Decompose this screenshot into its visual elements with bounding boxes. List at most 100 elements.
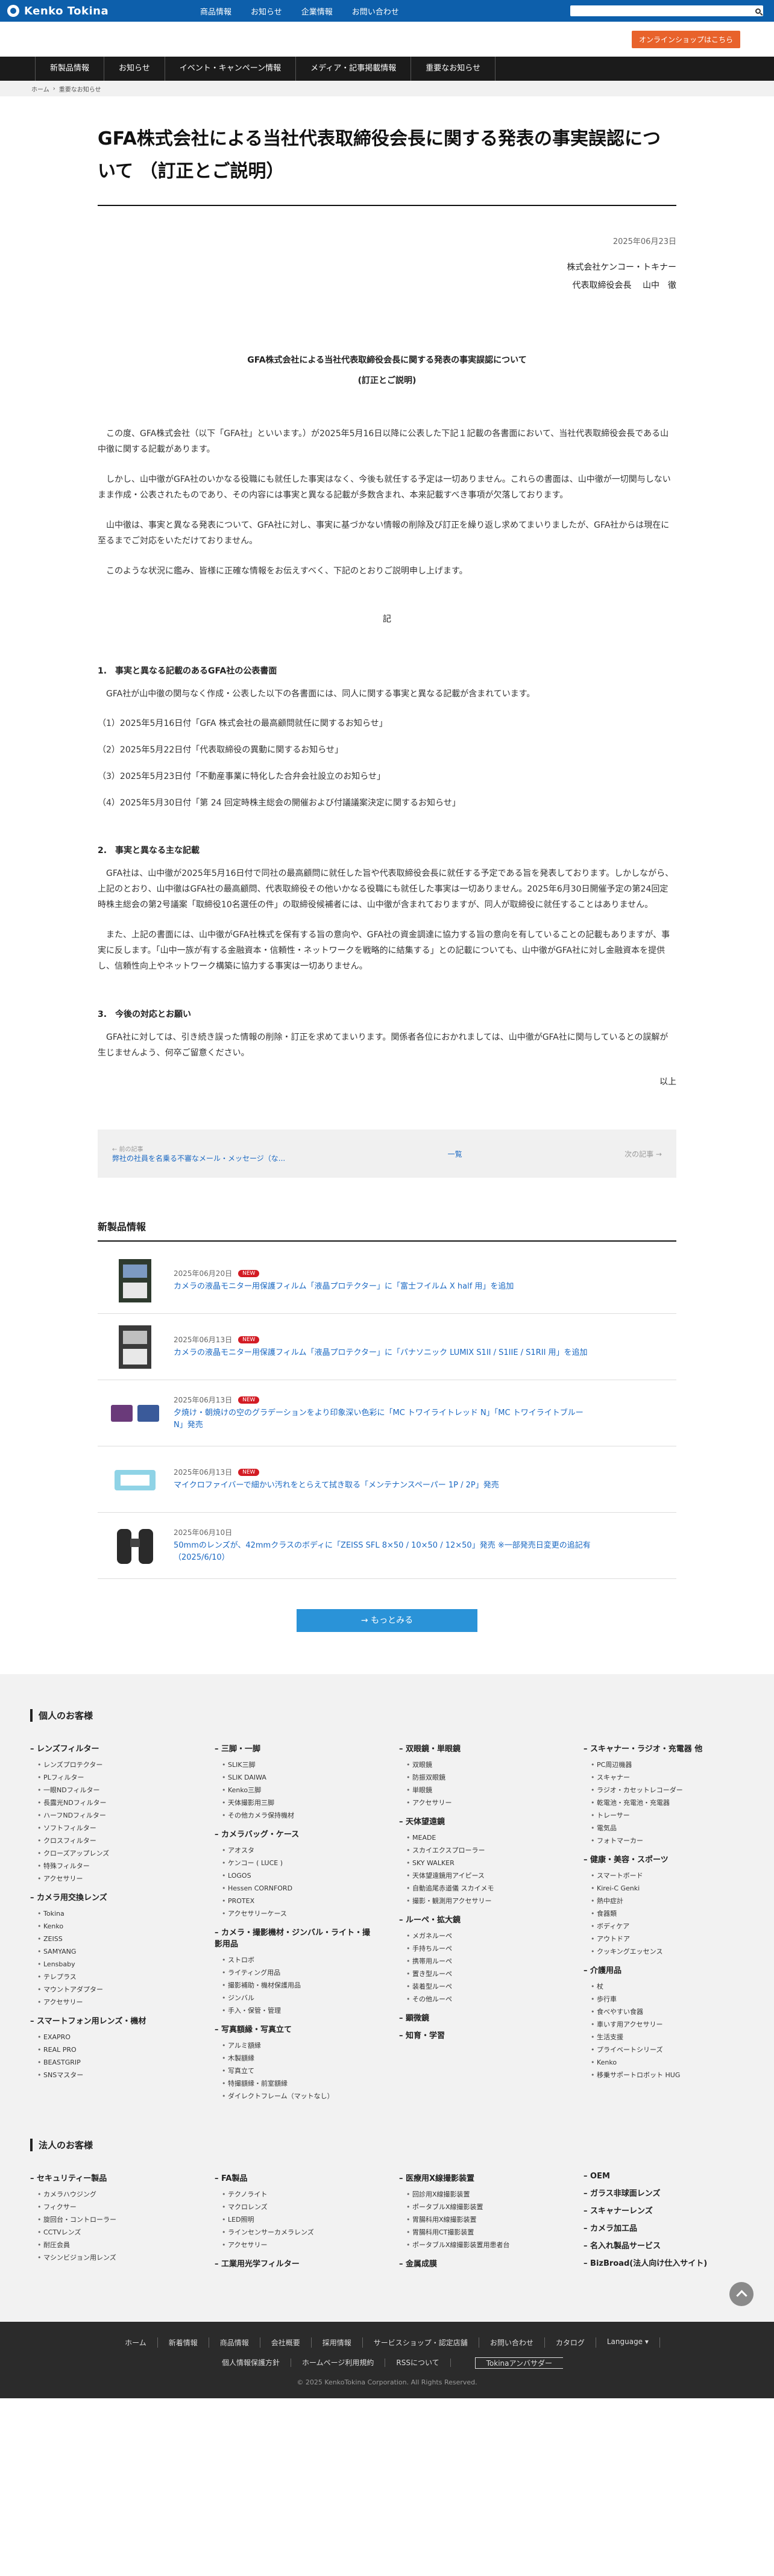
logo[interactable]: Kenko Tokina	[7, 5, 188, 17]
footer-link[interactable]: RSSについて	[385, 2359, 451, 2367]
footer-link[interactable]: ホーム	[114, 2337, 158, 2348]
news-item[interactable]: 2025年06月10日 50mmのレンズが、42mmクラスのボディに「ZEISS …	[98, 1513, 676, 1579]
footer-link[interactable]: Language ▾	[596, 2337, 660, 2348]
footer-category[interactable]: 介護用品	[584, 1964, 744, 1975]
footer-subcategory[interactable]: アクセサリー	[30, 1996, 190, 2009]
footer-subcategory[interactable]: 回診用X線撮影装置	[399, 2188, 559, 2201]
footer-subcategory[interactable]: PLフィルター	[30, 1771, 190, 1784]
footer-subcategory[interactable]: 撮影・観測用アクセサリー	[399, 1895, 559, 1907]
footer-subcategory[interactable]: 防振双眼鏡	[399, 1771, 559, 1784]
news-title[interactable]: カメラの液晶モニター用保護フィルム「液晶プロテクター」に「パナソニック LUMI…	[174, 1347, 588, 1359]
footer-category[interactable]: スキャナーレンズ	[584, 2204, 744, 2216]
footer-subcategory[interactable]: クロスフィルター	[30, 1834, 190, 1847]
footer-subcategory[interactable]: Kirei-C Genki	[584, 1882, 744, 1895]
footer-subcategory[interactable]: ポータブルX線撮影装置用患者台	[399, 2239, 559, 2251]
footer-subcategory[interactable]: PC周辺機器	[584, 1758, 744, 1771]
footer-subcategory[interactable]: Kenko	[30, 1920, 190, 1933]
footer-subcategory[interactable]: アクセサリーケース	[215, 1907, 375, 1920]
list-link[interactable]: 一覧	[448, 1149, 462, 1159]
footer-subcategory[interactable]: ZEISS	[30, 1933, 190, 1945]
footer-link[interactable]: サービスショップ・認定店舗	[363, 2337, 479, 2348]
footer-subcategory[interactable]: アクセサリー	[30, 1872, 190, 1885]
news-title[interactable]: マイクロファイバーで細かい汚れをとらえて拭き取る「メンテナンスペーパー 1P /…	[174, 1480, 499, 1492]
footer-category[interactable]: スマートフォン用レンズ・機材	[30, 2015, 190, 2026]
footer-subcategory[interactable]: レンズプロテクター	[30, 1758, 190, 1771]
footer-subcategory[interactable]: ストロボ	[215, 1954, 375, 1966]
footer-category[interactable]: カメラ用交換レンズ	[30, 1891, 190, 1902]
footer-category[interactable]: BizBroad(法人向け仕入サイト)	[584, 2257, 744, 2268]
footer-category[interactable]: 顕微鏡	[399, 2012, 559, 2023]
footer-subcategory[interactable]: BEASTGRIP	[30, 2056, 190, 2069]
footer-link[interactable]: 会社概要	[260, 2337, 312, 2348]
footer-link[interactable]: ホームページ利用規約	[291, 2359, 386, 2367]
footer-category[interactable]: 名入れ製品サービス	[584, 2239, 744, 2251]
footer-subcategory[interactable]: 杖	[584, 1980, 744, 1993]
footer-subcategory[interactable]: 熱中症計	[584, 1895, 744, 1907]
footer-subcategory[interactable]: 耐圧会員	[30, 2239, 190, 2251]
footer-subcategory[interactable]: アウトドア	[584, 1933, 744, 1945]
footer-subcategory[interactable]: スキャナー	[584, 1771, 744, 1784]
footer-subcategory[interactable]: 特撮額縁・前室額縁	[215, 2077, 375, 2090]
product-thumbnail[interactable]	[110, 1522, 160, 1570]
footer-subcategory[interactable]: PROTEX	[215, 1895, 375, 1907]
more-button[interactable]: → もっとみる	[297, 1609, 477, 1632]
footer-subcategory[interactable]: マシンビジョン用レンズ	[30, 2251, 190, 2264]
footer-subcategory[interactable]: SNSマスター	[30, 2069, 190, 2081]
catnav-media[interactable]: メディア・記事掲載情報	[295, 57, 411, 81]
product-thumbnail[interactable]	[110, 1455, 160, 1504]
prev-article-link[interactable]: ← 前の記事 弊社の社員を名乗る不審なメール・メッセージ（な...	[112, 1144, 285, 1163]
footer-category[interactable]: 写真額縁・写真立て	[215, 2023, 375, 2034]
footer-category[interactable]: OEM	[584, 2172, 744, 2181]
footer-subcategory[interactable]: 天体望遠鏡用アイピース	[399, 1869, 559, 1882]
news-item[interactable]: 2025年06月13日 NEW 夕焼け・朝焼けの空のグラデーションをより印象深い色彩…	[98, 1380, 676, 1446]
footer-subcategory[interactable]: Hessen CORNFORD	[215, 1882, 375, 1895]
nav-contact[interactable]: お問い合わせ	[352, 5, 415, 17]
footer-subcategory[interactable]: ポータブルX線撮影装置	[399, 2201, 559, 2213]
footer-subcategory[interactable]: REAL PRO	[30, 2043, 190, 2056]
footer-subcategory[interactable]: 木製額縁	[215, 2052, 375, 2065]
footer-category[interactable]: 三脚・一脚	[215, 1742, 375, 1754]
footer-subcategory[interactable]: その他カメラ保持機材	[215, 1809, 375, 1822]
news-title[interactable]: カメラの液晶モニター用保護フィルム「液晶プロテクター」に「富士フイルム X ha…	[174, 1281, 514, 1293]
footer-subcategory[interactable]: 胃腸科用X線撮影装置	[399, 2213, 559, 2226]
footer-subcategory[interactable]: テレプラス	[30, 1971, 190, 1983]
footer-category[interactable]: レンズフィルター	[30, 1742, 190, 1754]
nav-products[interactable]: 商品情報	[200, 5, 247, 17]
footer-category[interactable]: セキュリティー製品	[30, 2172, 190, 2183]
footer-category[interactable]: 健康・美容・スポーツ	[584, 1853, 744, 1865]
footer-subcategory[interactable]: 天体撮影用三脚	[215, 1796, 375, 1809]
footer-subcategory[interactable]: フォトマーカー	[584, 1834, 744, 1847]
footer-subcategory[interactable]: 手持ちルーペ	[399, 1942, 559, 1955]
footer-subcategory[interactable]: 双眼鏡	[399, 1758, 559, 1771]
footer-subcategory[interactable]: LED照明	[215, 2213, 375, 2226]
footer-category[interactable]: 医療用X線撮影装置	[399, 2172, 559, 2183]
footer-subcategory[interactable]: マウントアダプター	[30, 1983, 190, 1996]
search-input[interactable]	[570, 5, 763, 16]
footer-subcategory[interactable]: ダイレクトフレーム（マットなし）	[215, 2090, 375, 2102]
footer-subcategory[interactable]: メガネルーペ	[399, 1930, 559, 1942]
footer-subcategory[interactable]: トレーサー	[584, 1809, 744, 1822]
online-shop-button[interactable]: オンラインショップはこちら	[631, 30, 740, 48]
footer-category[interactable]: 双眼鏡・単眼鏡	[399, 1742, 559, 1754]
footer-subcategory[interactable]: 乾電池・充電池・充電器	[584, 1796, 744, 1809]
footer-category[interactable]: 知育・学習	[399, 2029, 559, 2040]
footer-subcategory[interactable]: プライベートシリーズ	[584, 2043, 744, 2056]
catnav-important[interactable]: 重要なお知らせ	[411, 57, 496, 81]
footer-category[interactable]: カメラバッグ・ケース	[215, 1828, 375, 1839]
footer-subcategory[interactable]: 食器類	[584, 1907, 744, 1920]
footer-category[interactable]: FA製品	[215, 2172, 375, 2183]
footer-subcategory[interactable]: ハーフNDフィルター	[30, 1809, 190, 1822]
footer-subcategory[interactable]: 手入・保管・管理	[215, 2004, 375, 2017]
footer-subcategory[interactable]: ケンコー ( LUCE )	[215, 1857, 375, 1869]
footer-subcategory[interactable]: アクセサリー	[215, 2239, 375, 2251]
footer-subcategory[interactable]: 電気品	[584, 1822, 744, 1834]
footer-subcategory[interactable]: SAMYANG	[30, 1945, 190, 1958]
footer-subcategory[interactable]: SLIK DAIWA	[215, 1771, 375, 1784]
footer-subcategory[interactable]: 胃腸科用CT撮影装置	[399, 2226, 559, 2239]
catnav-news[interactable]: お知らせ	[104, 57, 165, 81]
news-item[interactable]: 2025年06月13日 NEW マイクロファイバーで細かい汚れをとらえて拭き取る「メ…	[98, 1446, 676, 1513]
footer-subcategory[interactable]: Lensbaby	[30, 1958, 190, 1971]
footer-subcategory[interactable]: ラインセンサーカメラレンズ	[215, 2226, 375, 2239]
breadcrumb-home[interactable]: ホーム	[31, 84, 49, 93]
footer-subcategory[interactable]: 移乗サポートロボット HUG	[584, 2069, 744, 2081]
